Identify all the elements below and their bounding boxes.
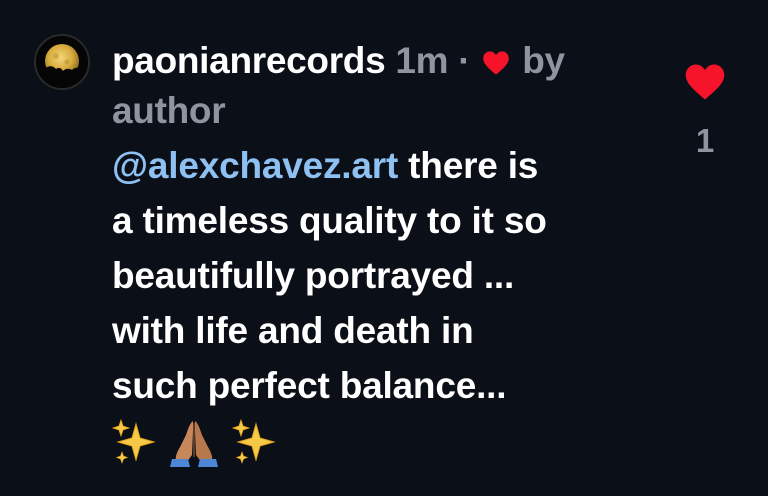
sparkles-icon <box>232 418 276 464</box>
comment-text-line: beautifully portrayed ... <box>112 255 515 296</box>
separator-dot: · <box>458 40 471 81</box>
comment-text-line: there is <box>398 145 539 186</box>
comment-header: paonianrecords 1m · by author <box>112 36 632 136</box>
comment-text: @alexchavez.art there is a timeless qual… <box>112 138 652 413</box>
username-link[interactable]: paonianrecords <box>112 40 386 81</box>
emoji-line <box>112 412 276 472</box>
like-count[interactable]: 1 <box>680 122 730 160</box>
mention-link[interactable]: @alexchavez.art <box>112 145 398 186</box>
comment-text-line: with life and death in <box>112 310 474 351</box>
heart-icon <box>483 51 510 75</box>
comment-item: paonianrecords 1m · by author @alexchave… <box>0 0 768 496</box>
sparkles-icon <box>112 418 156 464</box>
moon-avatar-icon <box>36 36 88 88</box>
comment-text-line: a timeless quality to it so <box>112 200 547 241</box>
comment-text-line: such perfect balance... <box>112 365 507 406</box>
like-heart-icon[interactable] <box>684 62 726 102</box>
folded-hands-icon <box>170 421 218 467</box>
avatar[interactable] <box>34 34 90 90</box>
timestamp[interactable]: 1m <box>395 40 448 81</box>
